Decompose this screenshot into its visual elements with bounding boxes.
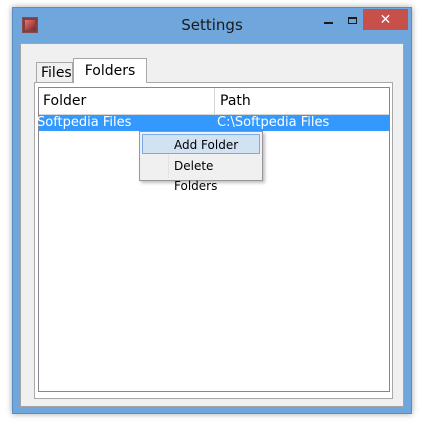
folder-cell: Softpedia Files [37,115,132,130]
table-row[interactable]: Softpedia Files C:\Softpedia Files [37,115,389,131]
close-icon: ✕ [379,11,392,28]
menu-item-delete-folders[interactable]: Delete Folders [142,156,260,193]
context-menu: Add Folder Delete Folders [139,131,263,193]
folders-tab-panel: Folder Path Softpedia Files C:\Softpedia… [34,82,393,399]
menu-item-add-folder[interactable]: Add Folder [142,134,260,154]
column-header-folder[interactable]: Folder [39,88,215,114]
title-bar[interactable]: Settings ✕ [13,8,411,42]
path-cell: C:\Softpedia Files [217,115,330,130]
tab-files[interactable]: Files [36,62,73,82]
table-header: Folder Path [39,88,389,115]
settings-window: Settings ✕ Files Folders Folder Path Sof… [12,7,412,414]
column-header-path[interactable]: Path [215,88,389,114]
minimize-button[interactable] [315,9,341,31]
maximize-button[interactable] [339,9,365,31]
settings-client-area: Files Folders Folder Path Softpedia File… [20,43,404,407]
minimize-icon [323,22,333,24]
tab-folders[interactable]: Folders [73,58,147,83]
close-button[interactable]: ✕ [363,9,408,30]
maximize-icon [347,16,357,24]
